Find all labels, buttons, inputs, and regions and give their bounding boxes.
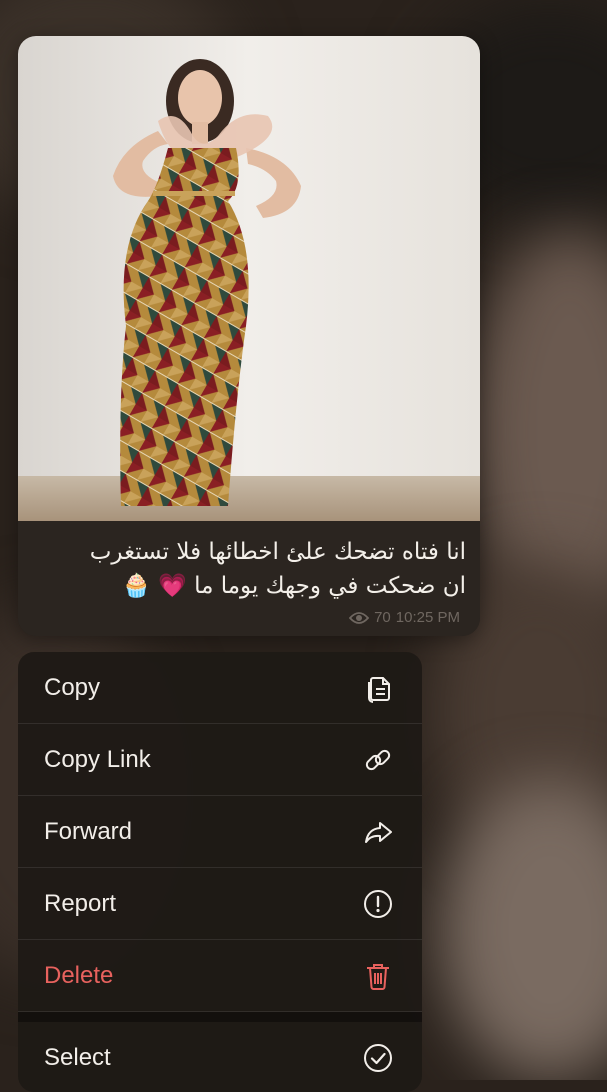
trash-icon (367, 964, 389, 990)
menu-item-label: Select (44, 1044, 111, 1071)
menu-item-label: Delete (44, 962, 114, 989)
menu-item-label: Copy Link (44, 746, 151, 773)
report-icon (364, 890, 392, 918)
message-time: 10:25 PM (395, 609, 460, 626)
menu-item-copy-link[interactable]: Copy Link (18, 724, 422, 796)
forward-icon (365, 822, 392, 843)
message-bubble[interactable]: انا فتاه تضحك علئ اخطائها فلا تستغرب ان … (18, 36, 480, 636)
menu-item-label: Forward (44, 818, 133, 845)
menu-separator (18, 1012, 422, 1022)
caption-line-1: انا فتاه تضحك علئ اخطائها فلا تستغرب (89, 539, 466, 565)
copy-icon (368, 677, 390, 703)
caption-line-2: ان ضحكت في وجهك يوما ما 💗 🧁 (122, 573, 466, 599)
menu-item-forward[interactable]: Forward (18, 796, 422, 868)
message-caption: انا فتاه تضحك علئ اخطائها فلا تستغرب ان … (18, 521, 480, 636)
message-photo (18, 36, 480, 521)
check-circle-icon (364, 1044, 392, 1072)
menu-item-label: Copy (44, 674, 101, 701)
menu-item-select[interactable]: Select (18, 1022, 422, 1092)
message-meta: 70 10:25 PM (349, 609, 460, 626)
menu-item-label: Report (44, 890, 117, 917)
context-menu: Copy Copy Link Forward Report Delete Sel… (18, 652, 422, 1092)
menu-item-report[interactable]: Report (18, 868, 422, 940)
caption-text: انا فتاه تضحك علئ اخطائها فلا تستغرب ان … (30, 535, 466, 603)
link-icon (365, 749, 391, 771)
eye-icon (349, 611, 370, 624)
menu-item-copy[interactable]: Copy (18, 652, 422, 724)
view-count: 70 (374, 609, 391, 626)
menu-item-delete[interactable]: Delete (18, 940, 422, 1012)
